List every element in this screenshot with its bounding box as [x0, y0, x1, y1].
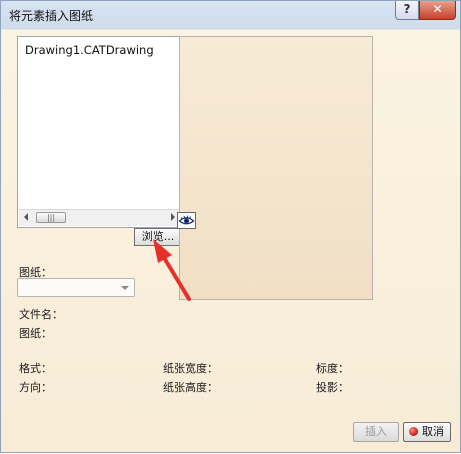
red-circle-icon: [409, 427, 418, 436]
drawing-file-list[interactable]: Drawing1.CATDrawing |||: [17, 36, 182, 228]
eye-icon[interactable]: [177, 212, 196, 229]
eye-icon-graphic: [178, 215, 195, 225]
paper-width-label: 纸张宽度：: [163, 362, 218, 375]
sheet-info-label: 图纸：: [19, 327, 52, 340]
scroll-thumb[interactable]: |||: [36, 212, 66, 223]
horizontal-scrollbar[interactable]: |||: [19, 209, 180, 226]
close-button[interactable]: ✕: [419, 1, 456, 20]
preview-panel: [179, 36, 373, 300]
list-item[interactable]: Drawing1.CATDrawing: [25, 43, 154, 57]
projection-label: 投影：: [316, 381, 349, 394]
filename-label: 文件名：: [19, 308, 63, 321]
paper-height-label: 纸张高度：: [163, 381, 218, 394]
insert-button[interactable]: 插入: [353, 422, 399, 442]
sheet-select[interactable]: [17, 278, 135, 297]
cancel-button-label: 取消: [422, 425, 444, 438]
scale-label: 标度：: [316, 362, 349, 375]
chevron-down-icon[interactable]: [121, 286, 129, 290]
cancel-button[interactable]: 取消: [403, 422, 451, 442]
browse-button[interactable]: 浏览...: [134, 228, 182, 246]
window-title: 将元素插入图纸: [9, 9, 94, 23]
insert-elements-dialog: 将元素插入图纸 ? ✕ Drawing1.CATDrawing ||| 浏览..…: [0, 0, 461, 453]
title-bar: 将元素插入图纸 ? ✕: [1, 1, 460, 29]
orientation-label: 方向：: [19, 381, 52, 394]
scroll-left-icon[interactable]: [24, 213, 28, 221]
help-button[interactable]: ?: [395, 1, 419, 20]
dialog-body: Drawing1.CATDrawing ||| 浏览... 图纸： 文件名： 图…: [7, 30, 456, 448]
format-label: 格式：: [19, 362, 52, 375]
scroll-right-icon[interactable]: [171, 213, 175, 221]
